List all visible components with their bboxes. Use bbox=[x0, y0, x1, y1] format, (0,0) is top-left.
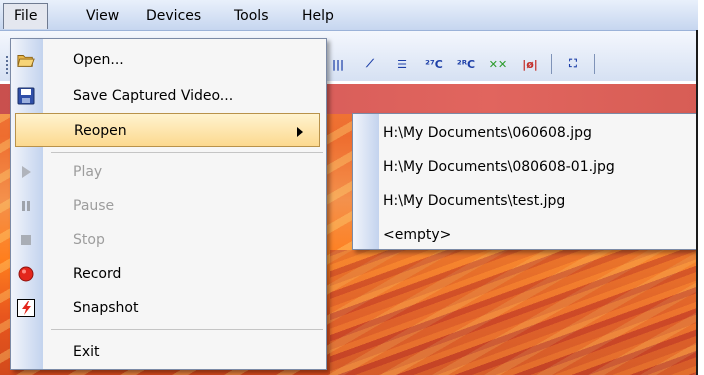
play-icon bbox=[17, 163, 35, 181]
fullscreen-icon[interactable]: ⛶ bbox=[562, 54, 584, 74]
menu-item-label: Play bbox=[73, 164, 103, 180]
menu-file[interactable]: File bbox=[3, 3, 49, 29]
recent-file-item[interactable]: H:\My Documents\060608.jpg bbox=[353, 116, 696, 150]
submenu-arrow-icon bbox=[297, 127, 303, 137]
file-menu: Open... Save Captured Video... Reopen Pl… bbox=[10, 38, 327, 370]
menu-view[interactable]: View bbox=[80, 7, 125, 25]
menu-item-pause[interactable]: Pause bbox=[11, 189, 326, 223]
record-icon bbox=[17, 265, 35, 283]
menu-item-save-captured-video[interactable]: Save Captured Video... bbox=[11, 79, 326, 113]
toolbar-icons: ||| ⟋ ☰ ²⁷C ²ᴿC ✕✕ |ø| ⛶ bbox=[327, 53, 595, 75]
menu-item-play[interactable]: Play bbox=[11, 155, 326, 189]
temperature-pointer-icon[interactable]: ²ᴿC bbox=[455, 54, 477, 74]
toolbar-separator bbox=[551, 54, 552, 74]
recent-file-label: H:\My Documents\test.jpg bbox=[383, 193, 566, 209]
recent-file-item[interactable]: H:\My Documents\test.jpg bbox=[353, 184, 696, 218]
recent-file-item[interactable]: H:\My Documents\080608-01.jpg bbox=[353, 150, 696, 184]
histogram-icon[interactable]: ||| bbox=[327, 54, 349, 74]
recent-file-label: H:\My Documents\060608.jpg bbox=[383, 125, 592, 141]
menu-devices[interactable]: Devices bbox=[140, 7, 207, 25]
recent-file-label: <empty> bbox=[383, 227, 452, 243]
emissivity-icon[interactable]: |ø| bbox=[519, 54, 541, 74]
menu-item-snapshot[interactable]: Snapshot bbox=[11, 291, 326, 325]
clear-markers-icon[interactable]: ✕✕ bbox=[487, 54, 509, 74]
menu-item-exit[interactable]: Exit bbox=[11, 335, 326, 369]
temperature-c-icon[interactable]: ²⁷C bbox=[423, 54, 445, 74]
menu-item-label: Open... bbox=[73, 52, 124, 68]
menu-separator bbox=[51, 329, 323, 330]
menu-item-record[interactable]: Record bbox=[11, 257, 326, 291]
recent-file-label: H:\My Documents\080608-01.jpg bbox=[383, 159, 615, 175]
stop-icon bbox=[17, 231, 35, 249]
menu-item-label: Save Captured Video... bbox=[73, 88, 234, 104]
window-edge bbox=[698, 0, 704, 375]
floppy-disk-icon bbox=[17, 87, 35, 105]
menu-item-label: Exit bbox=[73, 344, 100, 360]
menu-item-reopen[interactable]: Reopen bbox=[15, 113, 320, 147]
application-window: ||| ⟋ ☰ ²⁷C ²ᴿC ✕✕ |ø| ⛶ File View Devic… bbox=[0, 0, 704, 375]
menu-item-label: Snapshot bbox=[73, 300, 139, 316]
menu-item-label: Pause bbox=[73, 198, 115, 214]
line-profile-icon[interactable]: ⟋ bbox=[359, 54, 381, 74]
toolbar-separator bbox=[594, 54, 595, 74]
menu-item-label: Record bbox=[73, 266, 122, 282]
reopen-submenu: H:\My Documents\060608.jpg H:\My Documen… bbox=[352, 113, 697, 250]
pause-icon bbox=[17, 197, 35, 215]
menu-help[interactable]: Help bbox=[296, 7, 340, 25]
menu-tools[interactable]: Tools bbox=[228, 7, 275, 25]
menu-item-label: Stop bbox=[73, 232, 105, 248]
isotherm-icon[interactable]: ☰ bbox=[391, 54, 413, 74]
menu-item-label: Reopen bbox=[74, 123, 127, 139]
thermal-image-dark-region bbox=[330, 250, 698, 375]
menu-item-open[interactable]: Open... bbox=[11, 43, 326, 77]
menu-item-stop[interactable]: Stop bbox=[11, 223, 326, 257]
recent-file-empty-item[interactable]: <empty> bbox=[353, 218, 696, 252]
snapshot-icon bbox=[17, 299, 35, 317]
folder-open-icon bbox=[17, 51, 35, 69]
menu-separator bbox=[51, 152, 323, 153]
